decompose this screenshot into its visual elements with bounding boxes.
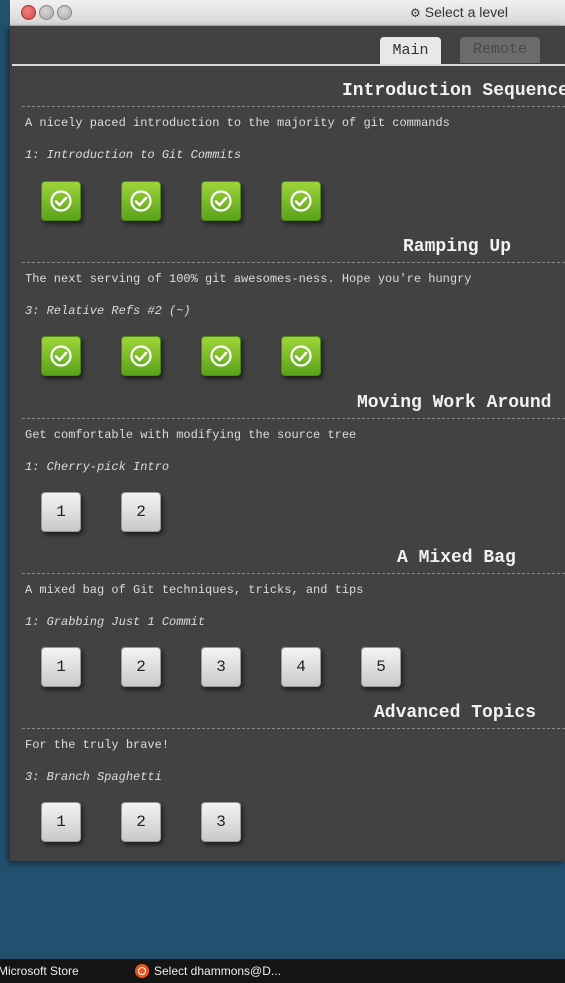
taskbar: Microsoft Store Select dhammons@D... bbox=[0, 959, 565, 983]
checkmark-icon bbox=[50, 345, 72, 367]
close-window-button[interactable] bbox=[21, 5, 36, 20]
level-completed-button[interactable] bbox=[41, 181, 81, 221]
gear-icon: ⚙ bbox=[410, 6, 421, 20]
section-description: A mixed bag of Git techniques, tricks, a… bbox=[25, 583, 364, 597]
level-button-2[interactable]: 2 bbox=[121, 492, 161, 532]
checkmark-icon bbox=[210, 190, 232, 212]
taskbar-item-store[interactable]: Microsoft Store bbox=[0, 959, 79, 983]
tab-main[interactable]: Main bbox=[380, 37, 441, 65]
section-divider bbox=[22, 728, 565, 729]
section-divider bbox=[22, 573, 565, 574]
checkmark-icon bbox=[50, 190, 72, 212]
current-level-label: 1: Grabbing Just 1 Commit bbox=[25, 615, 206, 629]
window-title: ⚙ Select a level bbox=[410, 4, 508, 20]
level-button-1[interactable]: 1 bbox=[41, 492, 81, 532]
maximize-window-button[interactable] bbox=[57, 5, 72, 20]
level-completed-button[interactable] bbox=[201, 336, 241, 376]
section-title-introduction: Introduction Sequence bbox=[342, 81, 565, 101]
checkmark-icon bbox=[210, 345, 232, 367]
section-description: A nicely paced introduction to the major… bbox=[25, 116, 450, 130]
level-completed-button[interactable] bbox=[121, 336, 161, 376]
level-button-4[interactable]: 4 bbox=[281, 647, 321, 687]
current-level-label: 1: Cherry-pick Intro bbox=[25, 460, 170, 474]
tab-remote[interactable]: Remote bbox=[460, 37, 540, 63]
section-title-ramping-up: Ramping Up bbox=[403, 237, 512, 257]
section-title-mixed-bag: A Mixed Bag bbox=[397, 548, 516, 568]
checkmark-icon bbox=[290, 190, 312, 212]
level-button-1[interactable]: 1 bbox=[41, 802, 81, 842]
section-title-advanced-topics: Advanced Topics bbox=[374, 703, 537, 723]
ubuntu-icon bbox=[135, 964, 149, 978]
level-completed-button[interactable] bbox=[41, 336, 81, 376]
current-level-label: 3: Relative Refs #2 (~) bbox=[25, 304, 191, 318]
checkmark-icon bbox=[290, 345, 312, 367]
level-button-2[interactable]: 2 bbox=[121, 647, 161, 687]
section-divider bbox=[22, 418, 565, 419]
section-description: For the truly brave! bbox=[25, 738, 170, 752]
level-button-2[interactable]: 2 bbox=[121, 802, 161, 842]
section-divider bbox=[22, 106, 565, 107]
tabs-divider bbox=[12, 64, 565, 66]
level-button-5[interactable]: 5 bbox=[361, 647, 401, 687]
section-description: The next serving of 100% git awesomes-ne… bbox=[25, 272, 472, 286]
level-button-3[interactable]: 3 bbox=[201, 802, 241, 842]
level-completed-button[interactable] bbox=[201, 181, 241, 221]
level-completed-button[interactable] bbox=[121, 181, 161, 221]
current-level-label: 3: Branch Spaghetti bbox=[25, 770, 162, 784]
current-level-label: 1: Introduction to Git Commits bbox=[25, 148, 242, 162]
section-divider bbox=[22, 262, 565, 263]
checkmark-icon bbox=[130, 190, 152, 212]
level-button-3[interactable]: 3 bbox=[201, 647, 241, 687]
level-button-1[interactable]: 1 bbox=[41, 647, 81, 687]
minimize-window-button[interactable] bbox=[39, 5, 54, 20]
checkmark-icon bbox=[130, 345, 152, 367]
window-titlebar: ⚙ Select a level bbox=[10, 0, 565, 26]
window-title-text: Select a level bbox=[424, 4, 509, 20]
taskbar-item-terminal[interactable]: Select dhammons@D... bbox=[135, 959, 281, 983]
section-title-moving-work-around: Moving Work Around bbox=[357, 393, 552, 413]
taskbar-item-terminal-label: Select dhammons@D... bbox=[154, 964, 281, 978]
section-description: Get comfortable with modifying the sourc… bbox=[25, 428, 357, 442]
level-completed-button[interactable] bbox=[281, 336, 321, 376]
level-completed-button[interactable] bbox=[281, 181, 321, 221]
level-select-panel: Main Remote Introduction Sequence A nice… bbox=[10, 26, 565, 861]
